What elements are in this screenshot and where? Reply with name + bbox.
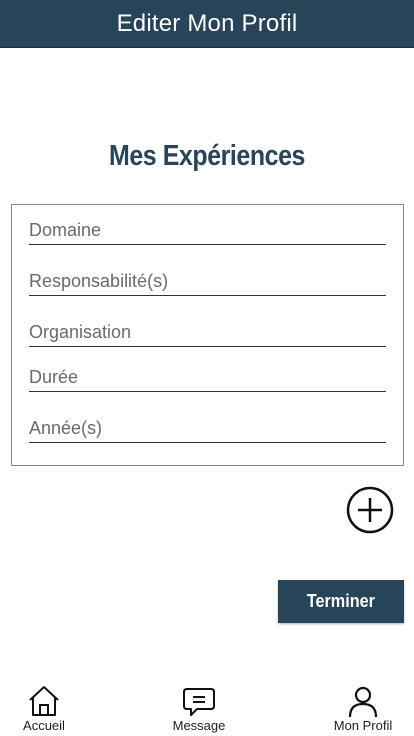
nav-label-message: Message [172,718,226,733]
organisation-field-wrapper [29,319,386,347]
duration-field-wrapper [29,364,386,392]
years-field[interactable] [29,415,386,441]
bottom-nav: Accueil Message Mon Profil [0,680,414,736]
nav-item-message[interactable]: Message [168,684,230,736]
nav-item-home[interactable]: Accueil [20,684,68,736]
header-bar: Editer Mon Profil [0,0,414,48]
responsibility-field[interactable] [29,268,386,294]
years-field-wrapper [29,415,386,443]
finish-button-label: Terminer [306,591,376,611]
duration-field[interactable] [29,364,386,390]
user-icon [345,684,381,718]
add-experience-button[interactable] [346,486,394,534]
responsibility-field-wrapper [29,268,386,296]
domain-field[interactable] [29,217,386,243]
page-title: Editer Mon Profil [116,9,298,37]
plus-circle-icon [346,486,394,534]
nav-item-profile[interactable]: Mon Profil [330,684,396,736]
experience-form [11,204,404,466]
domain-field-wrapper [29,217,386,245]
nav-label-home: Accueil [23,718,65,733]
section-title: Mes Expériences [109,140,305,172]
home-icon [26,684,62,718]
finish-button[interactable]: Terminer [278,580,404,623]
organisation-field[interactable] [29,319,386,345]
message-icon [181,684,217,718]
nav-label-profile: Mon Profil [333,718,393,733]
